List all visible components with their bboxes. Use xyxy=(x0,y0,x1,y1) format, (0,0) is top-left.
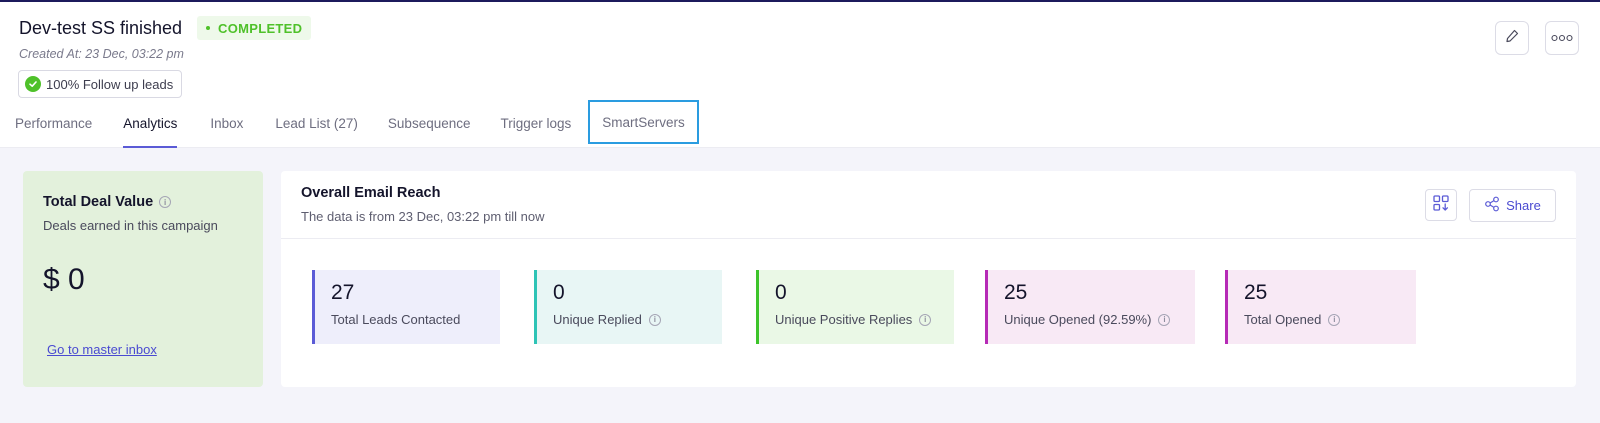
tab-inbox[interactable]: Inbox xyxy=(210,98,243,148)
master-inbox-link[interactable]: Go to master inbox xyxy=(47,342,157,357)
campaign-tabs: Performance Analytics Inbox Lead List (2… xyxy=(0,98,699,150)
followup-badge: 100% Follow up leads xyxy=(18,70,183,98)
created-at: Created At: 23 Dec, 03:22 pm xyxy=(19,47,184,61)
share-button[interactable]: Share xyxy=(1469,189,1556,222)
stat-label-text: Unique Positive Replies xyxy=(775,312,913,327)
info-icon[interactable]: i xyxy=(159,196,172,208)
status-dot-icon xyxy=(206,26,210,30)
tab-subsequence[interactable]: Subsequence xyxy=(388,98,471,148)
campaign-header: Dev-test SS finished COMPLETED Created A… xyxy=(0,2,1600,148)
info-icon[interactable]: i xyxy=(919,313,932,326)
stat-card-unique-replied: 0 Unique Replied i xyxy=(534,270,722,344)
tab-analytics[interactable]: Analytics xyxy=(123,98,178,148)
deal-value-card: Total Deal Value i Deals earned in this … xyxy=(23,171,263,387)
layout-toggle-button[interactable] xyxy=(1425,189,1457,221)
followup-label: 100% Follow up leads xyxy=(46,76,174,92)
pencil-icon xyxy=(1504,28,1520,49)
more-horizontal-icon xyxy=(1551,29,1573,47)
status-badge: COMPLETED xyxy=(197,16,312,40)
deal-subtitle: Deals earned in this campaign xyxy=(43,218,218,233)
tab-performance[interactable]: Performance xyxy=(15,98,92,148)
stat-value: 25 xyxy=(1004,281,1028,304)
tab-trigger-logs[interactable]: Trigger logs xyxy=(501,98,572,148)
grid-layout-icon xyxy=(1432,194,1450,217)
deal-title-text: Total Deal Value xyxy=(43,194,154,210)
stat-label-text: Total Leads Contacted xyxy=(331,312,461,327)
stat-label-text: Unique Opened (92.59%) xyxy=(1004,312,1152,327)
status-label: COMPLETED xyxy=(218,20,303,36)
stat-card-total-leads: 27 Total Leads Contacted xyxy=(312,270,500,344)
check-circle-icon xyxy=(25,76,41,92)
stat-label: Total Leads Contacted xyxy=(331,312,460,327)
stat-label: Unique Opened (92.59%) i xyxy=(1004,312,1171,327)
deal-title: Total Deal Value i xyxy=(43,194,172,210)
stat-label-text: Total Opened xyxy=(1244,312,1322,327)
reach-title: Overall Email Reach xyxy=(301,185,441,201)
stat-card-total-opened: 25 Total Opened i xyxy=(1225,270,1416,344)
share-label: Share xyxy=(1506,198,1541,213)
stat-label: Unique Replied i xyxy=(553,312,661,327)
info-icon[interactable]: i xyxy=(1328,313,1341,326)
email-reach-panel: Overall Email Reach The data is from 23 … xyxy=(281,171,1576,387)
campaign-title: Dev-test SS finished xyxy=(19,18,183,38)
info-icon[interactable]: i xyxy=(648,313,661,326)
share-icon xyxy=(1484,196,1500,215)
stat-value: 0 xyxy=(553,281,565,304)
reach-subtitle: The data is from 23 Dec, 03:22 pm till n… xyxy=(301,209,545,224)
edit-button[interactable] xyxy=(1495,21,1529,55)
stat-value: 27 xyxy=(331,281,355,304)
stat-value: 0 xyxy=(775,281,787,304)
tab-lead-list[interactable]: Lead List (27) xyxy=(275,98,358,148)
stat-label: Unique Positive Replies i xyxy=(775,312,932,327)
info-icon[interactable]: i xyxy=(1158,313,1171,326)
more-options-button[interactable] xyxy=(1545,21,1579,55)
divider xyxy=(281,238,1576,239)
stat-card-unique-positive-replies: 0 Unique Positive Replies i xyxy=(756,270,954,344)
stat-label-text: Unique Replied xyxy=(553,312,642,327)
tab-smartservers[interactable]: SmartServers xyxy=(588,100,699,144)
stat-card-unique-opened: 25 Unique Opened (92.59%) i xyxy=(985,270,1195,344)
stat-value: 25 xyxy=(1244,281,1268,304)
deal-value: $ 0 xyxy=(43,263,85,296)
stat-label: Total Opened i xyxy=(1244,312,1341,327)
